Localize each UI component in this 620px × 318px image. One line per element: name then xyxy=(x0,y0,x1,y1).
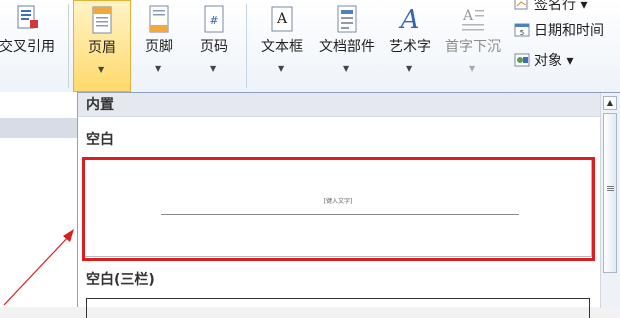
calendar-icon: 5 xyxy=(514,23,530,37)
ribbon: 交叉引用 页眉 ▼ 页脚 ▼ # 页码 ▼ A 文本框 ▼ 文档部件 ▼ A 艺… xyxy=(0,0,620,93)
text-box-button[interactable]: A 文本框 ▼ xyxy=(252,0,312,92)
scroll-up-arrow-icon[interactable]: ▲ xyxy=(603,96,617,110)
chevron-down-icon: ▼ xyxy=(210,64,217,73)
svg-text:#: # xyxy=(209,14,218,27)
text-box-label: 文本框 xyxy=(261,39,303,55)
page-number-icon: # xyxy=(204,5,224,33)
chevron-down-icon: ▼ xyxy=(155,64,162,73)
date-time-label: 日期和时间 xyxy=(534,23,604,39)
svg-text:A: A xyxy=(462,8,474,24)
page-number-button[interactable]: # 页码 ▼ xyxy=(187,0,241,92)
svg-text:A: A xyxy=(276,11,288,27)
cross-reference-label: 交叉引用 xyxy=(0,39,55,55)
footer-icon xyxy=(149,5,169,33)
footer-label: 页脚 xyxy=(145,39,173,55)
drop-cap-icon: A xyxy=(462,8,484,31)
wordart-label: 艺术字 xyxy=(389,39,431,55)
red-highlight-box xyxy=(82,157,595,261)
signature-line-button[interactable]: 签名行 ▾ xyxy=(514,0,587,14)
gallery-item-title: 空白 xyxy=(86,132,114,148)
drop-cap-label: 首字下沉 xyxy=(445,39,501,55)
svg-text:A: A xyxy=(399,5,420,34)
quick-parts-button[interactable]: 文档部件 ▼ xyxy=(314,0,380,92)
grip-icon xyxy=(607,186,614,187)
three-column-header-option[interactable] xyxy=(86,298,590,318)
object-icon xyxy=(514,53,530,67)
drop-cap-button[interactable]: A 首字下沉 ▼ xyxy=(440,0,506,92)
chevron-down-icon: ▼ xyxy=(343,64,350,73)
gallery-item-title: 空白(三栏) xyxy=(86,272,155,288)
page-number-label: 页码 xyxy=(200,39,228,55)
cross-ref-icon xyxy=(17,5,38,29)
gallery-section-header: 内置 xyxy=(78,93,600,117)
wordart-icon: A xyxy=(399,5,420,34)
group-separator xyxy=(246,4,247,88)
chevron-down-icon: ▼ xyxy=(98,65,105,74)
chevron-down-icon: ▼ xyxy=(278,64,285,73)
scrollbar-thumb[interactable] xyxy=(603,113,617,273)
group-separator xyxy=(68,4,69,88)
gallery-scrollbar[interactable]: ▲ xyxy=(600,93,620,308)
object-label: 对象 ▾ xyxy=(534,53,574,69)
header-gallery-dropdown: 内置 空白 [键入文字] 空白(三栏) ▲ xyxy=(77,92,620,318)
chevron-down-icon: ▼ xyxy=(469,64,476,73)
cross-reference-button[interactable]: 交叉引用 xyxy=(0,0,62,92)
date-time-button[interactable]: 5 日期和时间 xyxy=(514,20,604,40)
svg-text:5: 5 xyxy=(520,29,524,37)
wordart-button[interactable]: A 艺术字 ▼ xyxy=(382,0,438,92)
chevron-down-icon: ▼ xyxy=(406,64,413,73)
text-box-icon: A xyxy=(271,6,293,32)
header-icon xyxy=(92,6,112,34)
quick-parts-label: 文档部件 xyxy=(319,39,375,55)
header-label: 页眉 xyxy=(88,40,116,56)
object-button[interactable]: 对象 ▾ xyxy=(514,50,573,70)
red-arrow-annotation xyxy=(3,229,74,306)
header-button[interactable]: 页眉 ▼ xyxy=(73,0,131,92)
document-ruler-bar xyxy=(0,118,78,138)
footer-button[interactable]: 页脚 ▼ xyxy=(132,0,186,92)
signature-line-label: 签名行 ▾ xyxy=(534,0,588,13)
quick-parts-icon xyxy=(337,5,357,33)
signature-icon xyxy=(514,0,528,10)
